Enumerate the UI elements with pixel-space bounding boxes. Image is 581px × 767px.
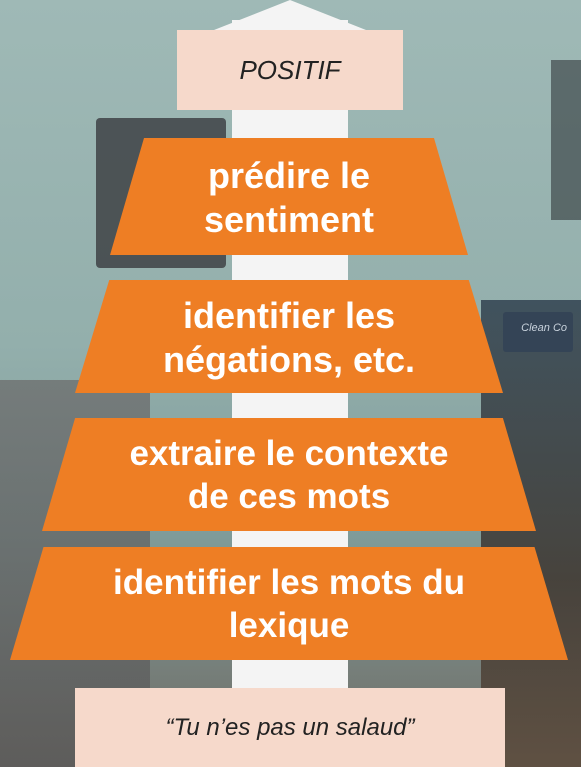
positive-label-text: POSITIF xyxy=(239,54,341,85)
pyramid-level-3: extraire le contexte de ces mots xyxy=(42,418,536,531)
pyramid-level-4: identifier les mots du lexique xyxy=(10,547,568,660)
example-sentence-box: “Tu n’es pas un salaud” xyxy=(75,688,505,767)
pyramid-level-1-text: prédire le sentiment xyxy=(203,154,375,240)
upward-arrow-head xyxy=(214,0,366,30)
pyramid-level-2-text: identifier les négations, etc. xyxy=(162,294,416,380)
background-frame xyxy=(551,60,581,220)
background-book-title: Clean Co xyxy=(521,322,567,334)
positive-label: POSITIF xyxy=(177,30,403,110)
pyramid-level-4-text: identifier les mots du lexique xyxy=(113,562,465,645)
example-sentence-text: “Tu n’es pas un salaud” xyxy=(165,713,415,741)
pyramid-level-1: prédire le sentiment xyxy=(110,138,468,255)
pyramid-level-2: identifier les négations, etc. xyxy=(75,280,503,393)
pyramid-level-3-text: extraire le contexte de ces mots xyxy=(129,433,449,516)
